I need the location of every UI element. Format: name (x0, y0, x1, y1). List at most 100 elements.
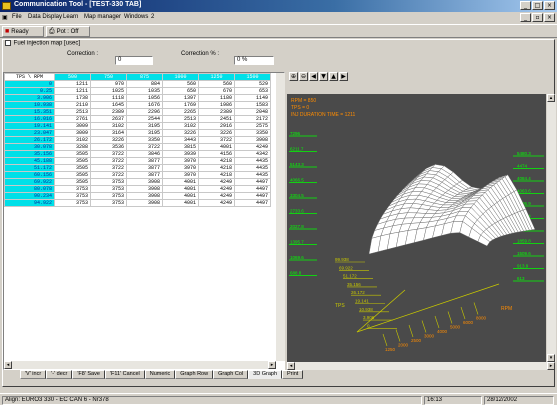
map-cell[interactable]: 4249 (198, 178, 235, 186)
map-cell[interactable]: 3102 (162, 122, 199, 130)
col-header[interactable]: 750 (90, 73, 127, 81)
map-cell[interactable]: 1211 (54, 80, 91, 88)
map-cell[interactable]: 884 (126, 80, 163, 88)
map-cell[interactable]: 2544 (126, 115, 163, 123)
row-header[interactable]: 45.188 (4, 157, 55, 165)
row-header[interactable]: 60.156 (4, 171, 55, 179)
map-cell[interactable]: 560 (198, 80, 235, 88)
map-cell[interactable]: 3846 (126, 150, 163, 158)
rotate-up-icon[interactable]: ▲ (329, 72, 338, 81)
map-cell[interactable]: 2389 (198, 108, 235, 116)
map-cell[interactable]: 4497 (234, 199, 271, 207)
maximize-button[interactable]: □ (532, 1, 543, 10)
map-cell[interactable]: 3722 (126, 143, 163, 151)
minimize-button[interactable]: _ (520, 1, 531, 10)
map-cell[interactable]: 2513 (54, 108, 91, 116)
tab-cancel[interactable]: 'F11' Cancel (104, 370, 145, 379)
scroll-left-button[interactable]: ◂ (4, 361, 12, 369)
child-close-button[interactable]: × (544, 13, 555, 22)
map-cell[interactable]: 3753 (90, 185, 127, 193)
map-cell[interactable]: 3753 (54, 199, 91, 207)
rotate-right-icon[interactable]: ▶ (339, 72, 348, 81)
row-header[interactable]: 0.25 (4, 87, 55, 95)
zoom-in-icon[interactable]: ⊕ (289, 72, 298, 81)
map-cell[interactable]: 3908 (234, 136, 271, 144)
map-cell[interactable]: 2451 (198, 115, 235, 123)
map-cell[interactable]: 3908 (126, 178, 163, 186)
map-cell[interactable]: 3722 (90, 157, 127, 165)
map-cell[interactable]: 3164 (90, 129, 127, 137)
col-header[interactable]: 1500 (234, 73, 271, 81)
table-horizontal-scrollbar[interactable]: ◂ ▸ (4, 361, 276, 369)
map-cell[interactable]: 3722 (90, 150, 127, 158)
map-cell[interactable]: 3722 (198, 136, 235, 144)
map-cell[interactable]: 3722 (90, 171, 127, 179)
map-cell[interactable]: 4435 (234, 157, 271, 165)
tab-print[interactable]: Print (282, 370, 304, 379)
map-cell[interactable]: 1180 (198, 94, 235, 102)
map-cell[interactable]: 3226 (90, 136, 127, 144)
map-cell[interactable]: 560 (162, 80, 199, 88)
map-cell[interactable]: 1149 (234, 94, 271, 102)
map-cell[interactable]: 970 (90, 80, 127, 88)
tab-graph-col[interactable]: Graph Col (213, 370, 249, 379)
tab-incr[interactable]: 'V' incr (20, 370, 47, 379)
map-cell[interactable]: 3443 (162, 136, 199, 144)
map-cell[interactable]: 1738 (54, 94, 91, 102)
map-cell[interactable]: 3226 (198, 129, 235, 137)
map-cell[interactable]: 3195 (126, 122, 163, 130)
menu-windows[interactable]: Windows (124, 14, 148, 20)
map-cell[interactable]: 4249 (198, 192, 235, 200)
map-cell[interactable]: 3350 (234, 129, 271, 137)
map-cell[interactable]: 2916 (198, 122, 235, 130)
map-cell[interactable]: 4218 (198, 157, 235, 165)
map-cell[interactable]: 3505 (54, 178, 91, 186)
map-cell[interactable]: 1056 (126, 94, 163, 102)
map-cell[interactable]: 2265 (162, 108, 199, 116)
map-cell[interactable]: 3350 (126, 136, 163, 144)
map-cell[interactable]: 3877 (126, 171, 163, 179)
scroll-right-button[interactable]: ▸ (268, 361, 276, 369)
map-cell[interactable]: 3753 (90, 192, 127, 200)
map-cell[interactable]: 3505 (54, 171, 91, 179)
child-system-icon[interactable]: ▣ (2, 14, 8, 21)
map-cell[interactable]: 3505 (54, 150, 91, 158)
3d-graph-panel[interactable]: RPM = 850 TPS = 0 INJ DURATION TIME = 1211… (287, 94, 546, 370)
col-header[interactable]: 875 (126, 73, 163, 81)
map-cell[interactable]: 3536 (90, 143, 127, 151)
map-cell[interactable]: 3908 (126, 192, 163, 200)
map-cell[interactable]: 3908 (126, 185, 163, 193)
map-cell[interactable]: 3009 (54, 122, 91, 130)
map-cell[interactable]: 3877 (126, 157, 163, 165)
col-header[interactable]: 1250 (198, 73, 235, 81)
map-cell[interactable]: 3970 (162, 157, 199, 165)
map-cell[interactable]: 2389 (90, 108, 127, 116)
menu-data-display[interactable]: Data Display (28, 14, 62, 20)
map-cell[interactable]: 4218 (198, 171, 235, 179)
graph-scroll-right-button[interactable]: ▸ (547, 362, 555, 370)
map-cell[interactable]: 4156 (198, 150, 235, 158)
map-cell[interactable]: 653 (234, 87, 271, 95)
row-header[interactable]: 3.906 (4, 94, 55, 102)
row-header[interactable]: 35.156 (4, 150, 55, 158)
map-cell[interactable]: 1118 (90, 94, 127, 102)
map-cell[interactable]: 1397 (162, 94, 199, 102)
map-cell[interactable]: 2575 (234, 122, 271, 130)
menu-map-manager[interactable]: Map manager (84, 14, 121, 20)
map-cell[interactable]: 3970 (162, 164, 199, 172)
map-cell[interactable]: 3815 (162, 143, 199, 151)
correction-input[interactable]: 0 (115, 56, 153, 65)
graph-scroll-down-button[interactable]: ▾ (547, 354, 555, 362)
map-cell[interactable]: 4001 (162, 199, 199, 207)
map-cell[interactable]: 4497 (234, 178, 271, 186)
row-header[interactable]: 26.172 (4, 136, 55, 144)
map-cell[interactable]: 4497 (234, 192, 271, 200)
tab-graph-row[interactable]: Graph Row (175, 370, 214, 379)
print-button[interactable]: ⎙ Pot : Off (46, 26, 90, 37)
map-cell[interactable]: 3753 (54, 192, 91, 200)
rotate-left-icon[interactable]: ◀ (309, 72, 318, 81)
map-cell[interactable]: 1769 (162, 101, 199, 109)
map-cell[interactable]: 3753 (90, 199, 127, 207)
correction-pct-input[interactable]: 0 % (234, 56, 274, 65)
map-cell[interactable]: 4435 (234, 164, 271, 172)
